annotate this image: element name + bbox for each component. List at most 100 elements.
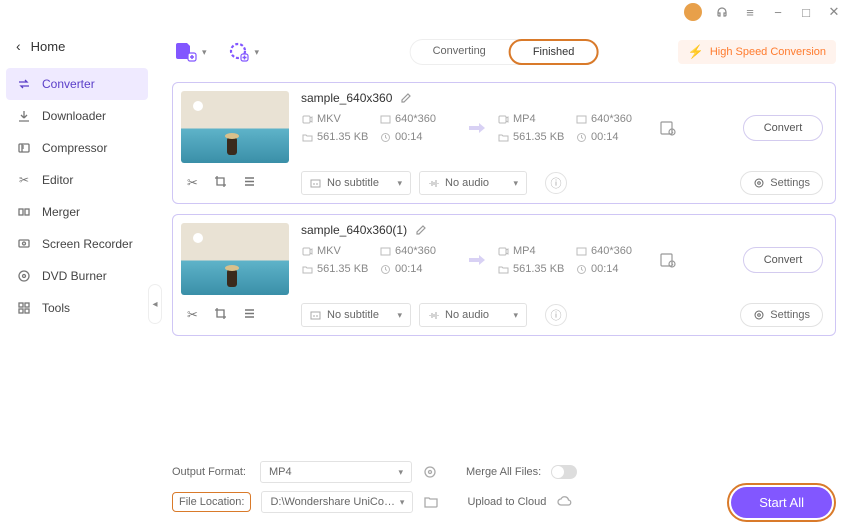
status-tabs: Converting Finished (410, 39, 599, 65)
bolt-icon: ⚡ (688, 44, 704, 60)
src-format: MKV (317, 113, 341, 125)
folder-icon (301, 131, 313, 143)
home-label: Home (31, 39, 66, 54)
chevron-left-icon: ‹ (16, 38, 21, 54)
open-folder-icon[interactable] (423, 494, 439, 510)
dst-format: MP4 (513, 245, 536, 257)
maximize-icon[interactable]: □ (798, 4, 814, 20)
settings-label: Settings (770, 309, 810, 321)
chevron-down-icon: ▾ (398, 467, 403, 478)
gear-icon (753, 177, 765, 189)
subtitle-select[interactable]: No subtitle ▾ (301, 303, 411, 327)
trim-icon[interactable]: ✂ (187, 175, 198, 191)
settings-label: Settings (770, 177, 810, 189)
output-settings-icon[interactable] (422, 464, 438, 480)
sidebar-item-converter[interactable]: Converter (6, 68, 148, 100)
arrow-right-icon (465, 118, 489, 138)
sidebar-item-tools[interactable]: Tools (0, 292, 154, 324)
video-thumbnail[interactable] (181, 91, 289, 163)
clock-icon (575, 131, 587, 143)
subtitle-select[interactable]: No subtitle ▾ (301, 171, 411, 195)
conversion-card: sample_640x360(1) MKV 640*360 561.35 KB … (172, 214, 836, 336)
edit-title-icon[interactable] (400, 92, 412, 104)
upload-cloud-label: Upload to Cloud (467, 496, 546, 508)
crop-icon[interactable] (214, 175, 227, 191)
start-all-highlight: Start All (727, 483, 836, 522)
more-icon[interactable] (243, 307, 256, 323)
subtitle-value: No subtitle (327, 177, 379, 189)
clock-icon (575, 263, 587, 275)
edit-title-icon[interactable] (415, 224, 427, 236)
sidebar-item-compressor[interactable]: Compressor (0, 132, 154, 164)
file-location-value: D:\Wondershare UniConverter 1 (270, 496, 395, 508)
tab-finished[interactable]: Finished (509, 39, 599, 65)
audio-value: No audio (445, 177, 489, 189)
add-file-button[interactable] (172, 40, 200, 64)
output-settings-icon[interactable] (659, 119, 677, 137)
resolution-icon (575, 245, 587, 257)
main-panel: ▾ ▾ Converting Finished ⚡ High Speed Con… (154, 24, 850, 529)
chevron-down-icon[interactable]: ▾ (202, 47, 207, 58)
sidebar: ‹ Home Converter Downloader Compressor ✂… (0, 24, 154, 529)
merge-toggle[interactable] (551, 465, 577, 479)
file-location-select[interactable]: D:\Wondershare UniConverter 1 ▾ (261, 491, 413, 513)
convert-button[interactable]: Convert (743, 247, 823, 273)
src-dur: 00:14 (395, 131, 423, 143)
src-size: 561.35 KB (317, 131, 368, 143)
audio-select[interactable]: No audio ▾ (419, 303, 527, 327)
minimize-icon[interactable]: − (770, 4, 786, 20)
conversion-card: sample_640x360 MKV 640*360 561.35 KB 00:… (172, 82, 836, 204)
file-title: sample_640x360 (301, 91, 392, 105)
cloud-icon[interactable] (556, 494, 572, 510)
resolution-icon (379, 113, 391, 125)
editor-icon: ✂ (16, 172, 32, 188)
menu-icon[interactable]: ≡ (742, 4, 758, 20)
output-settings-icon[interactable] (659, 251, 677, 269)
tab-converting[interactable]: Converting (410, 39, 509, 65)
high-speed-conversion[interactable]: ⚡ High Speed Conversion (678, 40, 836, 64)
avatar-icon[interactable] (684, 3, 702, 21)
info-icon[interactable]: ⓘ (545, 304, 567, 326)
screen-recorder-icon (16, 236, 32, 252)
video-icon (301, 113, 313, 125)
trim-icon[interactable]: ✂ (187, 307, 198, 323)
chevron-down-icon: ▾ (513, 178, 518, 189)
sidebar-item-label: Compressor (42, 141, 107, 155)
file-title: sample_640x360(1) (301, 223, 407, 237)
back-home[interactable]: ‹ Home (0, 32, 154, 68)
sidebar-item-editor[interactable]: ✂ Editor (0, 164, 154, 196)
dvd-icon (16, 268, 32, 284)
sidebar-item-label: Screen Recorder (42, 237, 133, 251)
crop-icon[interactable] (214, 307, 227, 323)
subtitle-icon (310, 310, 321, 321)
add-url-button[interactable] (225, 40, 253, 64)
start-all-button[interactable]: Start All (731, 487, 832, 518)
dst-size: 561.35 KB (513, 131, 564, 143)
clock-icon (379, 263, 391, 275)
video-thumbnail[interactable] (181, 223, 289, 295)
video-icon (497, 113, 509, 125)
file-location-label: File Location: (172, 492, 251, 512)
row-settings-button[interactable]: Settings (740, 303, 823, 327)
audio-icon (428, 178, 439, 189)
chevron-down-icon[interactable]: ▾ (255, 47, 260, 58)
audio-select[interactable]: No audio ▾ (419, 171, 527, 195)
sidebar-item-screen-recorder[interactable]: Screen Recorder (0, 228, 154, 260)
dst-res: 640*360 (591, 245, 632, 257)
convert-button[interactable]: Convert (743, 115, 823, 141)
row-settings-button[interactable]: Settings (740, 171, 823, 195)
sidebar-item-label: Editor (42, 173, 73, 187)
sidebar-item-label: Downloader (42, 109, 106, 123)
output-format-label: Output Format: (172, 466, 250, 478)
arrow-right-icon (465, 250, 489, 270)
support-icon[interactable] (714, 4, 730, 20)
sidebar-item-dvd-burner[interactable]: DVD Burner (0, 260, 154, 292)
sidebar-item-downloader[interactable]: Downloader (0, 100, 154, 132)
more-icon[interactable] (243, 175, 256, 191)
sidebar-item-merger[interactable]: Merger (0, 196, 154, 228)
gear-icon (753, 309, 765, 321)
close-icon[interactable]: ✕ (826, 4, 842, 20)
output-format-select[interactable]: MP4 ▾ (260, 461, 412, 483)
hsc-label: High Speed Conversion (710, 46, 826, 58)
info-icon[interactable]: ⓘ (545, 172, 567, 194)
